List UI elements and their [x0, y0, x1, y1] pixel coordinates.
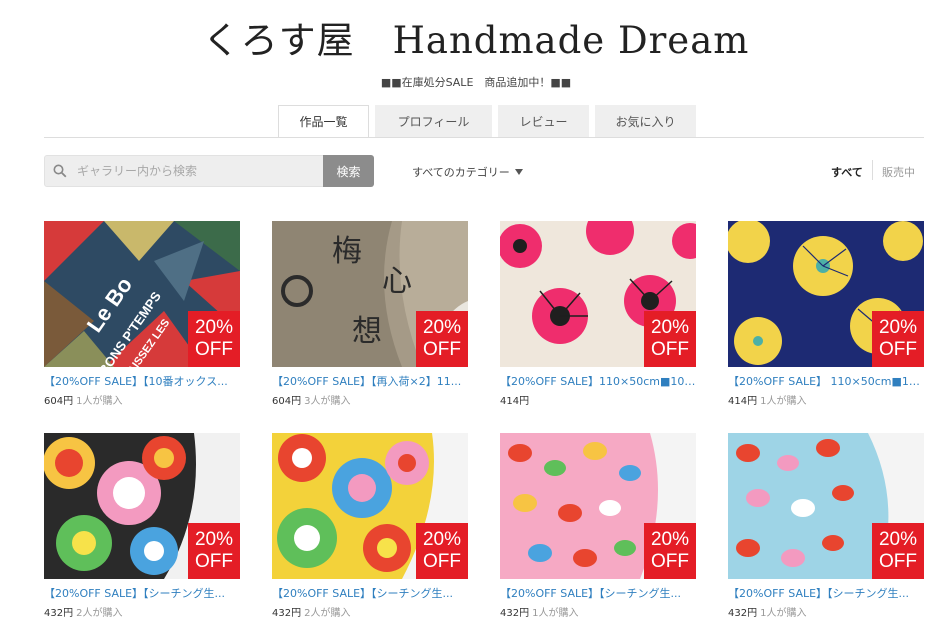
tab-works[interactable]: 作品一覧 — [278, 105, 369, 138]
product-card[interactable]: 20% OFF 【20%OFF SALE】【シーチング生... 432円 1人が購… — [728, 433, 924, 619]
yellow-flower-navy-fabric-image[interactable]: 20% OFF — [728, 221, 924, 367]
svg-text:梅: 梅 — [332, 234, 362, 269]
badge-percent: 20% — [422, 529, 462, 550]
category-dropdown[interactable]: すべてのカテゴリー — [412, 164, 523, 180]
product-price: 432円 — [44, 608, 74, 619]
badge-percent: 20% — [650, 529, 690, 550]
product-card[interactable]: 20% OFF 【20%OFF SALE】【シーチング生... 432円 1人が購… — [500, 433, 696, 619]
product-buyers: 1人が購入 — [760, 396, 807, 407]
lollipop-dark-fabric-image[interactable]: 20% OFF — [44, 433, 240, 579]
search-input[interactable] — [75, 163, 319, 179]
geometric-print-fabric-image[interactable]: Le Bo BONS P'TEMPS LAISSEZ LES 20% OFF — [44, 221, 240, 367]
product-card[interactable]: Le Bo BONS P'TEMPS LAISSEZ LES 20% OFF 【… — [44, 221, 240, 407]
product-title[interactable]: 【20%OFF SALE】【10番オックス... — [44, 373, 240, 389]
filter-on-sale[interactable]: 販売中 — [882, 164, 915, 180]
search-box — [44, 155, 324, 187]
product-meta: 414円 1人が購入 — [728, 392, 924, 407]
product-price: 414円 — [728, 396, 758, 407]
product-card[interactable]: 20% OFF 【20%OFF SALE】110×50cm■10番... 414… — [500, 221, 696, 407]
pink-flower-fabric-image[interactable]: 20% OFF — [500, 221, 696, 367]
badge-off: OFF — [423, 339, 461, 360]
discount-badge: 20% OFF — [188, 311, 240, 367]
badge-percent: 20% — [422, 317, 462, 338]
search-icon — [45, 156, 75, 186]
badge-percent: 20% — [878, 317, 918, 338]
product-meta: 432円 1人が購入 — [728, 604, 924, 619]
product-card[interactable]: 20% OFF 【20%OFF SALE】【シーチング生... 432円 2人が購… — [44, 433, 240, 619]
lollipop-bright-fabric-image[interactable]: 20% OFF — [272, 433, 468, 579]
product-title[interactable]: 【20%OFF SALE】【シーチング生... — [272, 585, 468, 601]
svg-text:想: 想 — [352, 314, 382, 349]
shop-notice: ■■在庫処分SALE 商品追加中！■■ — [380, 76, 572, 89]
product-price: 604円 — [272, 396, 302, 407]
badge-percent: 20% — [194, 317, 234, 338]
product-meta: 604円 1人が購入 — [44, 392, 240, 407]
product-card[interactable]: 梅 心 想 20% OFF 【20%OFF SALE】【再入荷×2】11... … — [272, 221, 468, 407]
product-title[interactable]: 【20%OFF SALE】110×50cm■10番... — [500, 373, 696, 389]
discount-badge: 20% OFF — [872, 523, 924, 579]
chevron-down-icon — [514, 169, 523, 175]
filter-divider — [872, 160, 873, 180]
badge-percent: 20% — [194, 529, 234, 550]
badge-off: OFF — [423, 551, 461, 572]
svg-text:心: 心 — [382, 264, 412, 299]
product-buyers: 1人が購入 — [532, 608, 579, 619]
tab-bar: 作品一覧 プロフィール レビュー お気に入り — [278, 105, 696, 138]
badge-off: OFF — [195, 551, 233, 572]
badge-off: OFF — [879, 551, 917, 572]
product-buyers: 2人が購入 — [304, 608, 351, 619]
tab-divider — [44, 137, 924, 138]
linen-lettering-fabric-image[interactable]: 梅 心 想 20% OFF — [272, 221, 468, 367]
badge-percent: 20% — [650, 317, 690, 338]
badge-off: OFF — [651, 551, 689, 572]
product-buyers: 1人が購入 — [760, 608, 807, 619]
badge-off: OFF — [651, 339, 689, 360]
product-title[interactable]: 【20%OFF SALE】【シーチング生... — [500, 585, 696, 601]
candy-blue-fabric-image[interactable]: 20% OFF — [728, 433, 924, 579]
product-price: 414円 — [500, 396, 530, 407]
shop-page: くろす屋 Handmade Dream ■■在庫処分SALE 商品追加中！■■ … — [0, 0, 952, 624]
discount-badge: 20% OFF — [644, 311, 696, 367]
discount-badge: 20% OFF — [416, 523, 468, 579]
product-title[interactable]: 【20%OFF SALE】 110×50cm■10... — [728, 373, 924, 389]
discount-badge: 20% OFF — [644, 523, 696, 579]
discount-badge: 20% OFF — [872, 311, 924, 367]
product-buyers: 3人が購入 — [304, 396, 351, 407]
product-buyers: 1人が購入 — [76, 396, 123, 407]
discount-badge: 20% OFF — [188, 523, 240, 579]
product-title[interactable]: 【20%OFF SALE】【再入荷×2】11... — [272, 373, 468, 389]
product-meta: 432円 1人が購入 — [500, 604, 696, 619]
discount-badge: 20% OFF — [416, 311, 468, 367]
tab-reviews[interactable]: レビュー — [498, 105, 589, 137]
category-label: すべてのカテゴリー — [412, 166, 510, 179]
product-price: 432円 — [728, 608, 758, 619]
product-title[interactable]: 【20%OFF SALE】【シーチング生... — [44, 585, 240, 601]
candy-pink-fabric-image[interactable]: 20% OFF — [500, 433, 696, 579]
filter-all[interactable]: すべて — [831, 164, 863, 180]
badge-percent: 20% — [878, 529, 918, 550]
product-meta: 604円 3人が購入 — [272, 392, 468, 407]
product-price: 432円 — [500, 608, 530, 619]
product-card[interactable]: 20% OFF 【20%OFF SALE】【シーチング生... 432円 2人が購… — [272, 433, 468, 619]
product-title[interactable]: 【20%OFF SALE】【シーチング生... — [728, 585, 924, 601]
product-meta: 414円 — [500, 392, 696, 407]
product-meta: 432円 2人が購入 — [44, 604, 240, 619]
product-card[interactable]: 20% OFF 【20%OFF SALE】 110×50cm■10... 414… — [728, 221, 924, 407]
badge-off: OFF — [879, 339, 917, 360]
badge-off: OFF — [195, 339, 233, 360]
product-meta: 432円 2人が購入 — [272, 604, 468, 619]
tab-profile[interactable]: プロフィール — [375, 105, 492, 137]
product-buyers: 2人が購入 — [76, 608, 123, 619]
product-price: 604円 — [44, 396, 74, 407]
tab-favorites[interactable]: お気に入り — [595, 105, 696, 137]
product-price: 432円 — [272, 608, 302, 619]
search-button[interactable]: 検索 — [323, 155, 374, 187]
shop-title[interactable]: くろす屋 Handmade Dream — [0, 10, 952, 64]
